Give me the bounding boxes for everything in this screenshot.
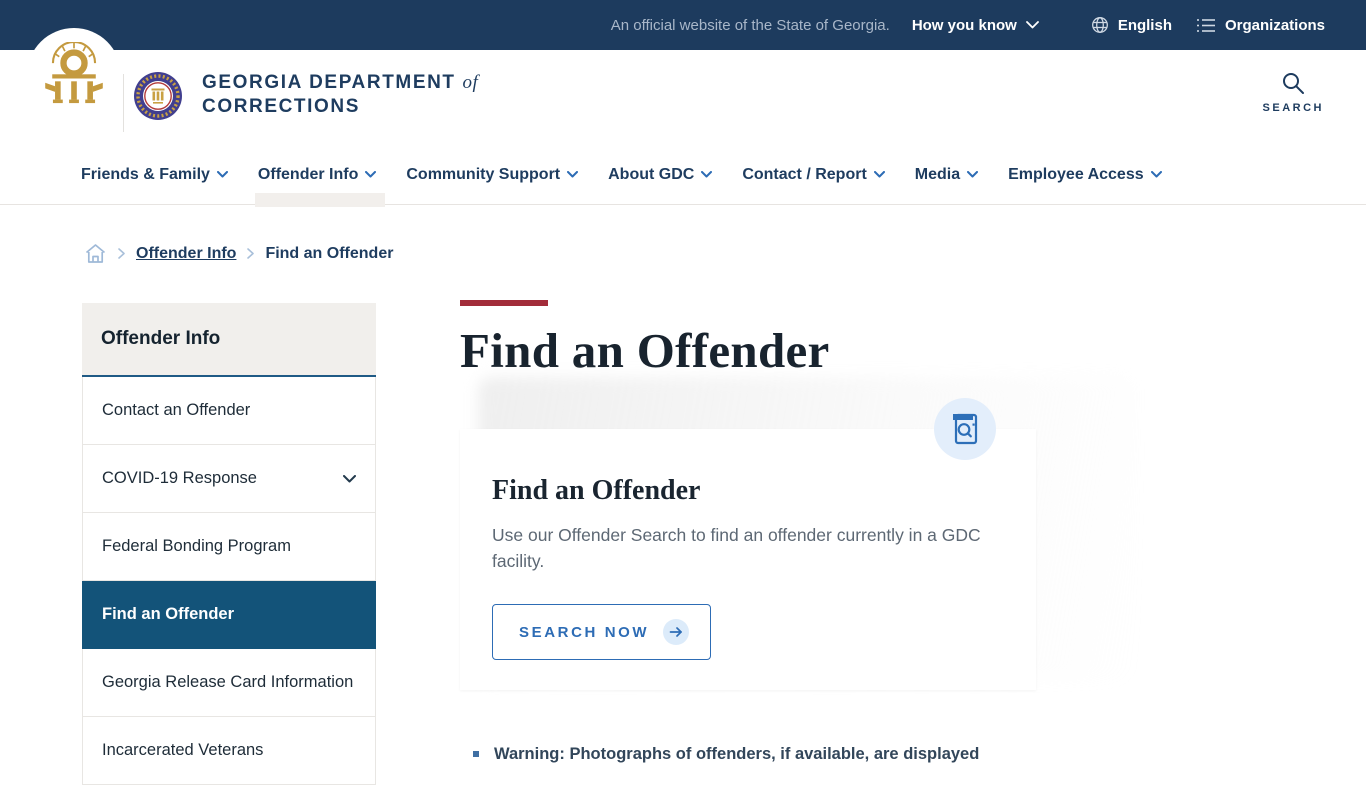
warning-list-item: Warning: Photographs of offenders, if av… [460,744,1036,765]
bullet-square-icon [473,751,479,757]
language-label: English [1117,16,1172,34]
nav-item-community-support[interactable]: Community Support [406,145,579,205]
sidebar-item-find-an-offender[interactable]: Find an Offender [82,581,376,649]
header-search-button[interactable]: SEARCH [1263,71,1324,114]
list-icon [1196,18,1216,33]
sidebar-item-incarcerated-veterans[interactable]: Incarcerated Veterans [82,717,376,785]
chevron-down-icon [216,171,228,178]
nav-item-contact-report[interactable]: Contact / Report [742,145,885,205]
organizations-link[interactable]: Organizations [1196,17,1325,34]
georgia-arch-logo[interactable] [27,28,121,122]
chevron-down-icon [873,171,885,178]
agency-of: of [462,72,479,93]
sidebar-item-georgia-release-card[interactable]: Georgia Release Card Information [82,649,376,717]
main-navigation: Friends & Family Offender Info Community… [0,145,1366,207]
chevron-down-icon [967,171,979,178]
sidebar-title: Offender Info [82,303,376,377]
chevron-down-icon [343,474,356,482]
offender-search-icon [934,398,996,460]
sidebar-item-contact-an-offender[interactable]: Contact an Offender [82,377,376,445]
breadcrumb: Offender Info Find an Offender [84,243,1366,264]
sidebar-item-covid-19-response[interactable]: COVID-19 Response [82,445,376,513]
language-selector[interactable]: English [1091,16,1172,34]
gdc-seal [133,71,183,121]
main-content: Find an Offender Find an Offender Use ou… [460,300,1133,765]
search-now-button[interactable]: SEARCH NOW [492,604,712,660]
nav-item-media[interactable]: Media [915,145,979,205]
header-divider [123,74,124,132]
site-header: GEORGIA DEPARTMENT of CORRECTIONS SEARCH [0,28,1366,145]
chevron-down-icon [365,171,377,178]
heading-accent-bar [460,300,548,306]
find-offender-card: Find an Offender Use our Offender Search… [460,398,1036,690]
search-icon [1283,73,1305,94]
search-label: SEARCH [1262,102,1324,114]
chevron-down-icon [567,171,579,178]
how-you-know-label: How you know [911,16,1017,34]
sidebar-item-federal-bonding-program[interactable]: Federal Bonding Program [82,513,376,581]
agency-line1: GEORGIA DEPARTMENT [202,72,456,93]
arch-icon [45,42,103,104]
chevron-down-icon [701,171,713,178]
card-body-text: Use our Offender Search to find an offen… [492,525,981,571]
arrow-right-icon [663,619,690,645]
agency-title[interactable]: GEORGIA DEPARTMENT of CORRECTIONS [202,71,478,119]
organizations-label: Organizations [1224,16,1325,34]
sidebar-offender-info: Offender Info Contact an Offender COVID-… [82,303,376,785]
breadcrumb-separator-icon [118,248,125,259]
breadcrumb-offender-info[interactable]: Offender Info [136,245,236,263]
nav-item-about-gdc[interactable]: About GDC [608,145,713,205]
chevron-down-icon [1025,21,1039,29]
official-message: An official website of the State of Geor… [610,16,890,34]
nav-item-employee-access[interactable]: Employee Access [1008,145,1162,205]
nav-item-friends-family[interactable]: Friends & Family [81,145,228,205]
nav-item-offender-info[interactable]: Offender Info [254,145,386,207]
how-you-know-toggle[interactable]: How you know [912,17,1039,34]
warning-text: Warning: Photographs of offenders, if av… [494,745,980,763]
chevron-down-icon [1150,171,1162,178]
official-bar: An official website of the State of Geor… [0,0,1366,50]
agency-line2: CORRECTIONS [202,96,360,117]
page-title: Find an Offender [460,323,830,378]
globe-icon [1091,16,1109,34]
breadcrumb-current-page: Find an Offender [265,244,394,262]
card-title: Find an Offender [492,475,701,506]
home-icon[interactable] [84,243,107,264]
breadcrumb-separator-icon [247,248,255,259]
